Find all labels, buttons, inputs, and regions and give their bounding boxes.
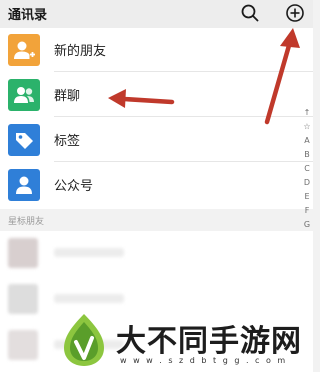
divider — [54, 116, 313, 117]
list-item[interactable] — [0, 231, 313, 275]
divider — [54, 161, 313, 162]
add-circle-icon[interactable] — [285, 3, 305, 23]
group-chat-label: 群聊 — [54, 89, 81, 104]
starred-friends-label: 星标朋友 — [8, 217, 45, 227]
search-icon[interactable] — [240, 3, 260, 23]
avatar — [8, 238, 38, 268]
add-friend-icon — [8, 34, 40, 66]
watermark-url: w w w . s z d b t g g . c o m — [120, 356, 288, 365]
alphabet-index-bar[interactable]: ↑ ☆ A B C D E F G — [301, 108, 313, 232]
starred-friends-header: 星标朋友 — [0, 209, 313, 231]
blurred-name — [54, 248, 124, 257]
official-accounts-entry[interactable]: 公众号 — [0, 163, 313, 207]
group-chat-icon — [8, 79, 40, 111]
new-friends-label: 新的朋友 — [54, 44, 107, 59]
index-letter[interactable]: F — [301, 206, 313, 215]
contact-entries-list: 新的朋友 群聊 标签 公众号 — [0, 28, 313, 209]
watermark-text: 大不同手游网 — [116, 324, 302, 359]
official-accounts-label: 公众号 — [54, 179, 94, 194]
avatar — [8, 284, 38, 314]
index-letter[interactable]: ☆ — [301, 122, 313, 131]
divider — [54, 71, 313, 72]
tag-icon — [8, 124, 40, 156]
index-letter[interactable]: C — [301, 164, 313, 173]
tags-label: 标签 — [54, 134, 81, 149]
index-letter[interactable]: G — [301, 220, 313, 229]
index-letter[interactable]: E — [301, 192, 313, 201]
index-letter[interactable]: B — [301, 150, 313, 159]
avatar — [8, 330, 38, 360]
blurred-name — [54, 294, 124, 303]
top-bar: 通讯录 — [0, 0, 313, 28]
group-chat-entry[interactable]: 群聊 — [0, 73, 313, 117]
new-friends-entry[interactable]: 新的朋友 — [0, 28, 313, 72]
watermark-logo-icon — [64, 314, 104, 366]
official-account-icon — [8, 169, 40, 201]
site-watermark: 大不同手游网 w w w . s z d b t g g . c o m — [62, 308, 313, 372]
index-letter[interactable]: ↑ — [301, 108, 313, 117]
page-title: 通讯录 — [8, 8, 48, 23]
tags-entry[interactable]: 标签 — [0, 118, 313, 162]
index-letter[interactable]: D — [301, 178, 313, 187]
index-letter[interactable]: A — [301, 136, 313, 145]
